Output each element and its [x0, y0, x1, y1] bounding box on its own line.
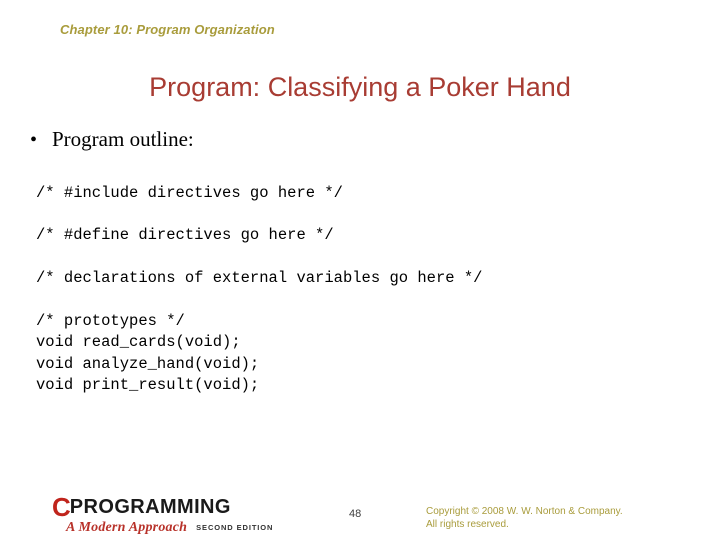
page-number: 48 [349, 508, 362, 520]
code-block-prototypes: /* prototypes */ void read_cards(void); … [36, 311, 260, 395]
slide-canvas: Chapter 10: Program Organization Program… [0, 0, 720, 540]
bullet-point-icon: • [30, 129, 38, 151]
bullet-item-label: Program outline: [52, 127, 194, 151]
copyright-line-1: Copyright © 2008 W. W. Norton & Company. [426, 506, 623, 517]
copyright-line-2: All rights reserved. [426, 518, 509, 530]
copyright-notice: Copyright © 2008 W. W. Norton & Company.… [426, 506, 623, 531]
chapter-header: Chapter 10: Program Organization [60, 22, 275, 37]
logo-subtitle-row: A Modern Approach SECOND EDITION [52, 518, 282, 535]
code-block-include: /* #include directives go here */ [36, 183, 343, 202]
code-block-declarations: /* declarations of external variables go… [36, 268, 483, 287]
logo-title-row: CPROGRAMMING [52, 494, 282, 520]
publisher-logo: CPROGRAMMING A Modern Approach SECOND EDI… [52, 494, 282, 536]
bullet-list-item: • Program outline: [30, 127, 194, 151]
page-title: Program: Classifying a Poker Hand [149, 72, 571, 102]
code-block-define: /* #define directives go here */ [36, 225, 334, 244]
logo-subtitle-label: A Modern Approach [66, 520, 188, 535]
logo-programming-label: PROGRAMMING [69, 496, 231, 518]
logo-edition-label: SECOND EDITION [196, 523, 274, 532]
